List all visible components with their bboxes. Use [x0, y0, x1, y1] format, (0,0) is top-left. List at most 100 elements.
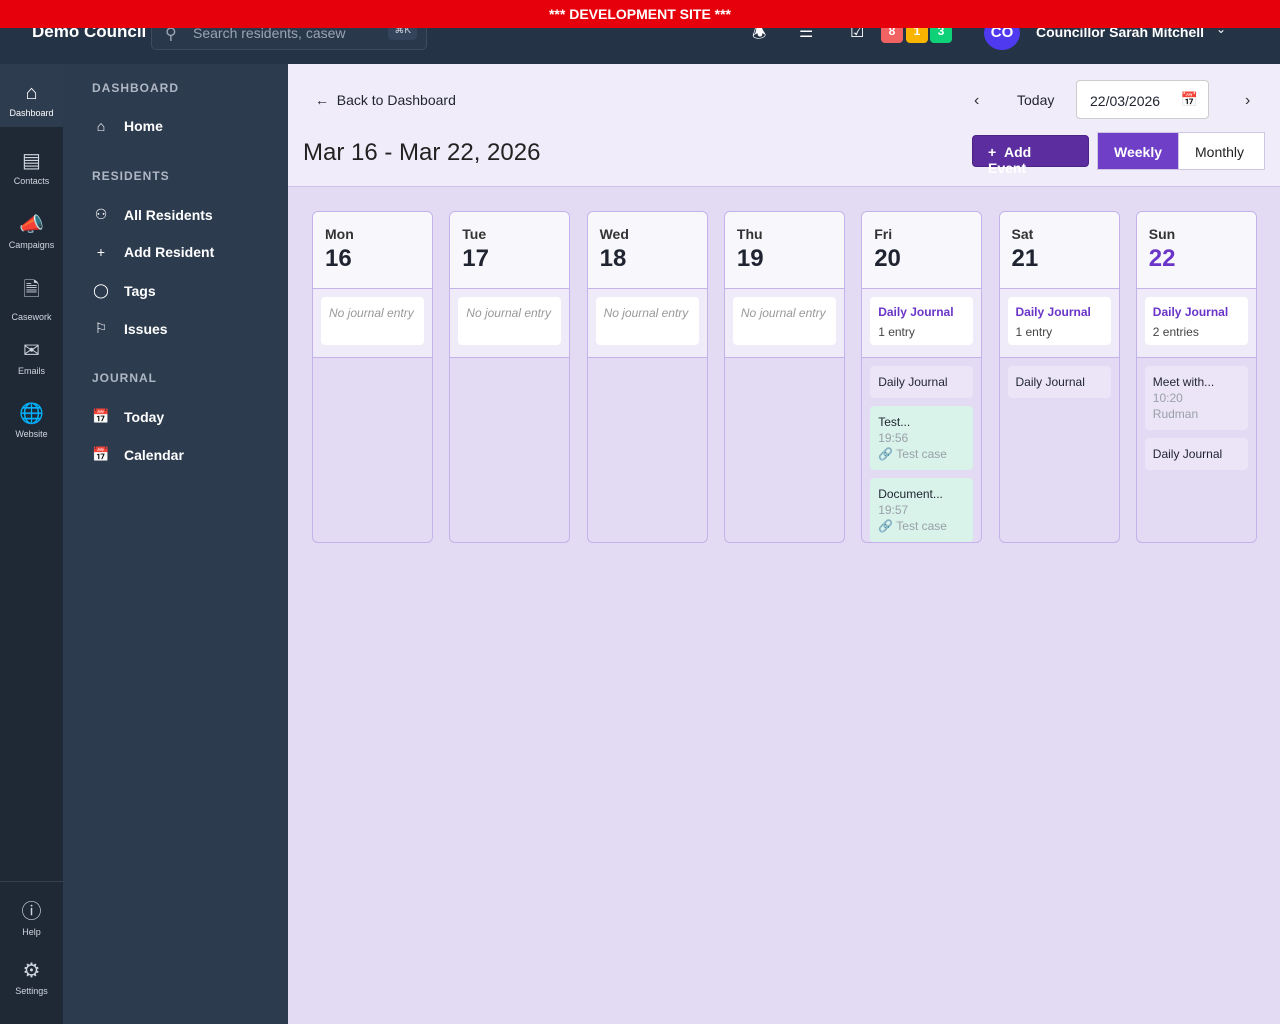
rail-dashboard[interactable]: ⌂ Dashboard — [0, 64, 63, 127]
sidebar-item-all-residents[interactable]: ⚇ All Residents — [92, 206, 213, 223]
calendar-icon[interactable]: 📅 — [1181, 91, 1198, 108]
users-icon: ⚇ — [94, 206, 108, 222]
event-card[interactable]: Daily Journal — [870, 366, 974, 398]
event-card[interactable]: Daily Journal — [1007, 366, 1111, 398]
no-journal-entry: No journal entry — [595, 297, 699, 345]
no-journal-entry: No journal entry — [321, 297, 424, 345]
gear-icon: ⚙ — [22, 960, 41, 982]
flag-icon: ⚐ — [94, 320, 108, 336]
prev-week-button[interactable]: ‹ — [974, 92, 979, 110]
no-journal-entry: No journal entry — [732, 297, 836, 345]
weekly-toggle[interactable]: Weekly — [1097, 132, 1179, 170]
nav-label: Issues — [124, 320, 168, 337]
event-time: 19:56 — [878, 431, 909, 445]
event-title: Daily Journal — [878, 375, 948, 389]
today-button[interactable]: Today — [1017, 92, 1054, 108]
help-icon: ⓘ — [21, 901, 42, 923]
journal-summary[interactable]: Daily Journal 2 entries — [1144, 297, 1248, 345]
sidebar: DASHBOARD ⌂ Home RESIDENTS ⚇ All Residents… — [63, 64, 288, 1024]
rail-emails[interactable]: ✉ Emails — [0, 338, 63, 376]
event-link[interactable]: Test case — [896, 519, 947, 533]
journal-row: No journal entry — [724, 289, 844, 358]
icon-rail: ⌂ Dashboard ▤ Contacts 📣 Campaigns 🗎 Casewor… — [0, 64, 63, 1024]
rail-label: Settings — [15, 986, 48, 996]
day-column[interactable]: Sat 21 Daily Journal 1 entry Daily Journal — [998, 211, 1120, 543]
event-subtitle: Rudman — [1152, 407, 1199, 421]
day-name: Mon — [325, 226, 354, 242]
home-icon: ⌂ — [25, 82, 38, 104]
day-column[interactable]: Fri 20 Daily Journal 1 entry Daily Journal Te… — [861, 211, 983, 543]
sidebar-item-calendar[interactable]: 📅 Calendar — [92, 446, 184, 463]
document-icon: 🗎 — [23, 279, 40, 301]
sidebar-item-issues[interactable]: ⚐ Issues — [92, 320, 168, 337]
nav-label: Add Resident — [124, 244, 215, 260]
event-time: 19:57 — [878, 503, 909, 517]
journal-title: Daily Journal — [1152, 305, 1229, 319]
contact-card-icon: ▤ — [22, 150, 41, 172]
date-input[interactable]: 22/03/2026 📅 — [1076, 80, 1209, 119]
section-journal: JOURNAL — [92, 371, 158, 385]
rail-label: Contacts — [13, 176, 50, 186]
sidebar-item-today[interactable]: 📅 Today — [92, 408, 164, 425]
calendar-icon: 📅 — [92, 408, 110, 424]
journal-summary[interactable]: Daily Journal 1 entry — [870, 297, 974, 345]
add-event-button[interactable]: + Add Event — [972, 135, 1089, 176]
day-name: Sat — [1011, 226, 1034, 242]
day-column[interactable]: Wed 18 No journal entry — [586, 211, 708, 543]
day-header: Fri 20 — [862, 212, 982, 289]
day-header: Tue 17 — [450, 212, 570, 289]
link-icon: 🔗 — [878, 447, 894, 461]
next-week-button[interactable]: › — [1245, 92, 1250, 110]
event-title: Daily Journal — [1015, 375, 1085, 389]
rail-label: Dashboard — [9, 108, 54, 118]
day-number: 19 — [736, 245, 764, 272]
journal-count: 1 entry — [1015, 325, 1053, 339]
rail-help[interactable]: ⓘ Help — [0, 895, 63, 937]
rail-label: Casework — [11, 312, 52, 322]
day-name: Sun — [1148, 226, 1176, 242]
journal-count: 1 entry — [878, 325, 915, 339]
journal-summary[interactable]: Daily Journal 1 entry — [1007, 297, 1111, 345]
day-header: Mon 16 — [313, 212, 432, 289]
rail-website[interactable]: 🌐 Website — [0, 401, 63, 439]
day-column[interactable]: Thu 19 No journal entry — [723, 211, 845, 543]
date-value: 22/03/2026 — [1090, 93, 1161, 109]
nav-label: Home — [124, 118, 163, 134]
plus-icon: + — [96, 244, 106, 260]
event-time: 10:20 — [1152, 391, 1183, 405]
rail-label: Emails — [17, 366, 45, 376]
sidebar-item-home[interactable]: ⌂ Home — [92, 118, 163, 134]
day-number: 17 — [462, 245, 489, 272]
event-card[interactable]: Document... 19:57 🔗 Test case — [870, 478, 974, 542]
sidebar-item-add-resident[interactable]: + Add Resident — [92, 244, 214, 260]
day-column[interactable]: Sun 22 Daily Journal 2 entries Meet with... 1… — [1135, 211, 1257, 543]
event-card[interactable]: Daily Journal — [1144, 438, 1248, 470]
rail-settings[interactable]: ⚙ Settings — [0, 958, 63, 996]
link-icon: 🔗 — [878, 519, 894, 533]
divider — [0, 881, 63, 882]
tag-icon: ◯ — [93, 282, 109, 298]
rail-campaigns[interactable]: 📣 Campaigns — [0, 212, 63, 250]
day-column[interactable]: Mon 16 No journal entry — [312, 211, 433, 543]
calendar-header: ← Back to Dashboard Mar 16 - Mar 22, 202… — [288, 64, 1280, 187]
event-title: Meet with... — [1152, 375, 1215, 389]
day-number: 16 — [325, 245, 352, 272]
dev-banner: *** DEVELOPMENT SITE *** — [0, 0, 1280, 28]
event-link[interactable]: Test case — [896, 447, 947, 461]
sidebar-item-tags[interactable]: ◯ Tags — [92, 282, 155, 299]
rail-contacts[interactable]: ▤ Contacts — [0, 148, 63, 186]
day-column[interactable]: Tue 17 No journal entry — [449, 211, 571, 543]
nav-label: Today — [124, 408, 165, 425]
calendar-icon: 📅 — [92, 446, 110, 462]
event-card[interactable]: Meet with... 10:20 Rudman — [1144, 366, 1248, 430]
rail-casework[interactable]: 🗎 Casework — [0, 275, 63, 322]
nav-label: Calendar — [124, 446, 184, 463]
journal-title: Daily Journal — [878, 305, 954, 319]
journal-row: No journal entry — [587, 289, 707, 358]
back-link[interactable]: ← Back to Dashboard — [315, 92, 456, 108]
journal-title: Daily Journal — [1015, 305, 1091, 319]
event-card[interactable]: Test... 19:56 🔗 Test case — [870, 406, 974, 470]
day-header: Sat 21 — [999, 212, 1119, 289]
monthly-toggle[interactable]: Monthly — [1178, 132, 1265, 170]
plus-icon: + — [988, 144, 997, 160]
